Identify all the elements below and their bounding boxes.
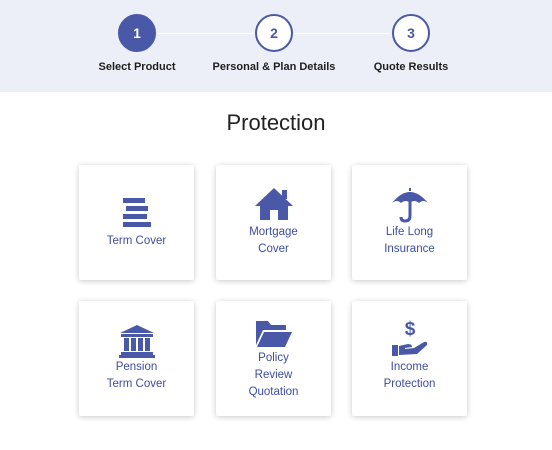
step-personal-plan-details[interactable]: 2 Personal & Plan Details (194, 14, 354, 73)
house-icon (216, 187, 331, 227)
product-label-line: Protection (383, 378, 436, 390)
step-select-product[interactable]: 1 Select Product (57, 14, 217, 73)
step-label: Quote Results (373, 61, 449, 73)
product-label-line: Income (390, 361, 429, 373)
product-label-line: Term Cover (106, 378, 167, 390)
hand-dollar-icon: $ (352, 319, 467, 359)
product-label-line: Mortgage (249, 226, 298, 238)
product-card-pension-term-cover[interactable]: Pension Term Cover (79, 301, 194, 416)
step-number-badge: 1 (118, 14, 156, 52)
step-label: Select Product (98, 61, 176, 73)
bank-building-icon (79, 324, 194, 364)
svg-text:$: $ (404, 319, 415, 340)
progress-stepper: 1 Select Product 2 Personal & Plan Detai… (0, 0, 552, 92)
product-card-label: Life Long Insurance (352, 224, 467, 258)
product-card-label: Term Cover (79, 233, 194, 250)
product-card-term-cover[interactable]: Term Cover (79, 165, 194, 280)
product-label-line: Life Long (385, 226, 434, 238)
step-quote-results[interactable]: 3 Quote Results (331, 14, 491, 73)
product-card-label: Income Protection (352, 359, 467, 393)
page-title: Protection (226, 110, 326, 135)
step-number-badge: 2 (255, 14, 293, 52)
product-card-label: Mortgage Cover (216, 224, 331, 258)
umbrella-icon (352, 187, 467, 227)
step-number-badge: 3 (392, 14, 430, 52)
product-label-line: Pension (115, 361, 158, 373)
product-label-line: Term Cover (106, 235, 167, 247)
product-label-line: Quotation (248, 386, 299, 398)
product-card-income-protection[interactable]: $ Income Protection (352, 301, 467, 416)
stacked-bars-icon (79, 195, 194, 235)
product-card-label: Pension Term Cover (79, 359, 194, 393)
product-label-line: Insurance (384, 243, 435, 255)
step-label: Personal & Plan Details (212, 61, 336, 73)
product-card-life-long-insurance[interactable]: Life Long Insurance (352, 165, 467, 280)
product-card-mortgage-cover[interactable]: Mortgage Cover (216, 165, 331, 280)
product-label-line: Cover (258, 243, 289, 255)
product-card-label: Policy Review Quotation (216, 350, 331, 401)
product-label-line: Policy (258, 352, 289, 364)
product-label-line: Review (254, 369, 293, 381)
product-card-policy-review-quotation[interactable]: Policy Review Quotation (216, 301, 331, 416)
